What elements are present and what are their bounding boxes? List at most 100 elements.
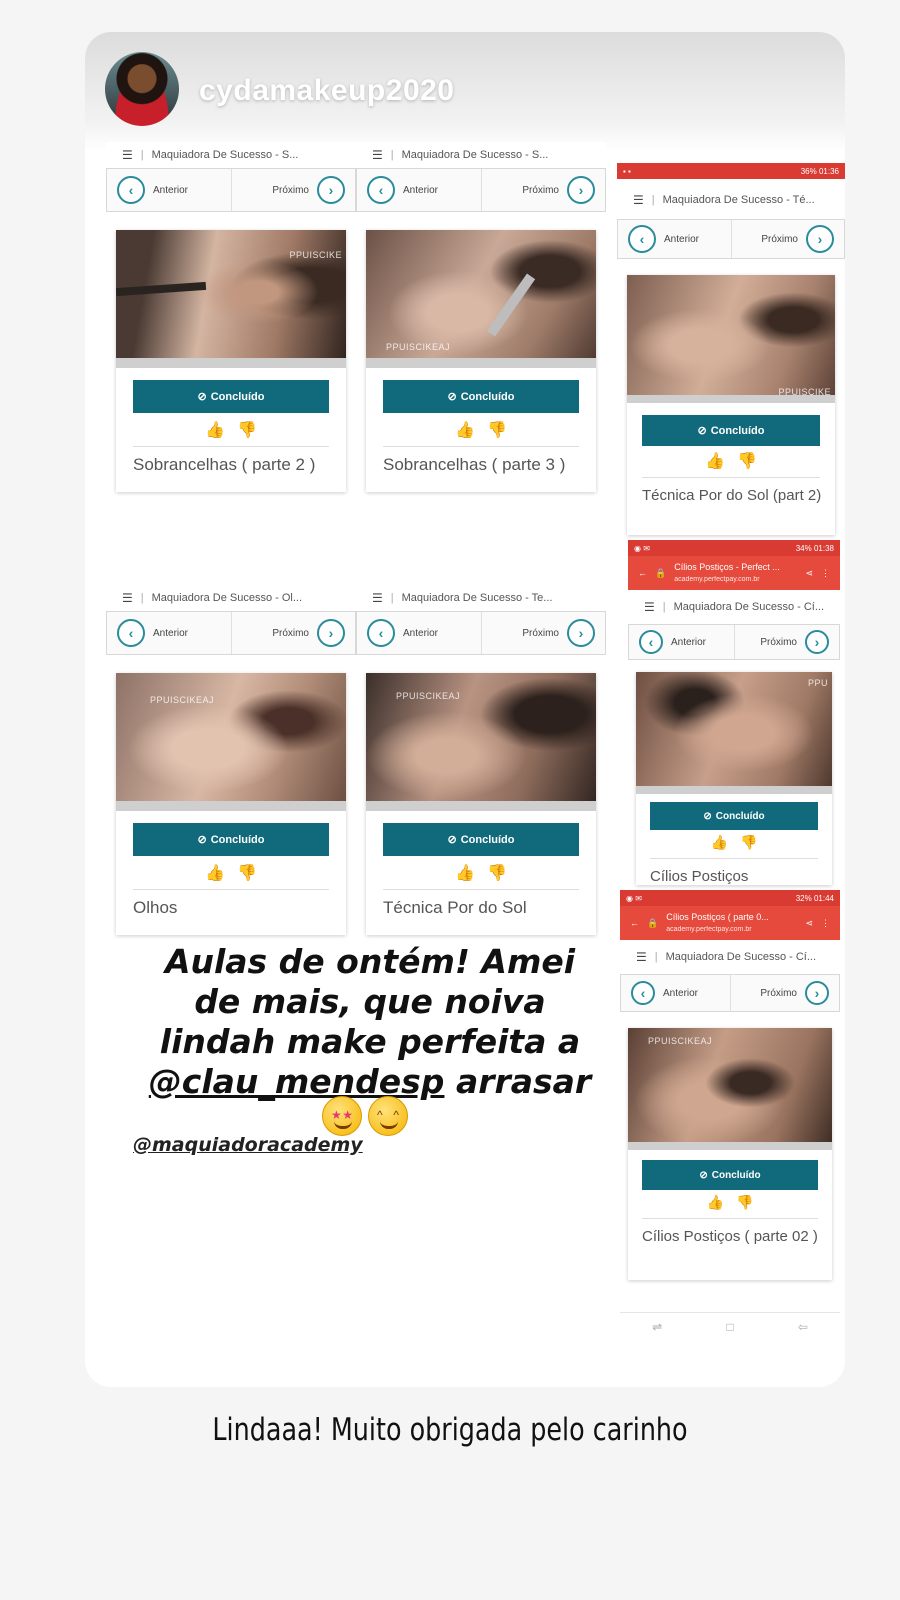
check-circle-icon: ⊘ bbox=[197, 834, 207, 846]
recent-apps-icon[interactable]: ⇌ bbox=[652, 1320, 662, 1334]
lesson-card: PPUISCIKEAJ ⊘ Concluído 👍 👎 Técnica Por do… bbox=[366, 673, 596, 935]
next-button[interactable]: Próximo › bbox=[480, 612, 606, 654]
video-watermark: PPUISCIKEAJ bbox=[150, 695, 215, 705]
thumbs-down-icon[interactable]: 👎 bbox=[737, 451, 757, 471]
avatar[interactable] bbox=[105, 52, 179, 126]
video-progress-bar[interactable] bbox=[366, 358, 596, 368]
lesson-card: PPU ⊘ Concluído 👍 👎 Cílios Postiços bbox=[636, 672, 832, 885]
lock-icon: 🔒 bbox=[655, 567, 667, 578]
chevron-right-icon: › bbox=[805, 981, 829, 1005]
completed-button[interactable]: ⊘ Concluído bbox=[133, 380, 329, 413]
lesson-card: PPUISCIKEAJ ⊘ Concluído 👍 👎 Sobrancelhas (… bbox=[366, 230, 596, 492]
reply-message: Lindaaa! Muito obrigada pelo carinho bbox=[212, 1412, 688, 1448]
lesson-nav: ‹ Anterior Próximo › bbox=[106, 168, 356, 212]
phone-screenshot: ◉ ✉ 32% 01:44 ← 🔒 Cílios Postiços ( parte… bbox=[620, 890, 840, 1280]
video-thumbnail[interactable]: PPU bbox=[636, 672, 832, 794]
previous-button[interactable]: ‹ Anterior bbox=[618, 220, 731, 258]
previous-button[interactable]: ‹ Anterior bbox=[357, 169, 481, 211]
thumbs-up-icon[interactable]: 👍 bbox=[205, 863, 225, 883]
video-thumbnail[interactable]: PPUISCIKEAJ bbox=[116, 673, 346, 811]
share-icon[interactable]: ⋖ bbox=[805, 568, 813, 579]
next-button[interactable]: Próximo › bbox=[480, 169, 606, 211]
menu-icon[interactable]: ☰ bbox=[372, 591, 383, 605]
thumbs-up-icon[interactable]: 👍 bbox=[707, 1194, 724, 1214]
thumbs-up-icon[interactable]: 👍 bbox=[711, 834, 728, 854]
page-address[interactable]: Cílios Postiços - Perfect ... academy.per… bbox=[674, 562, 797, 584]
thumbs-up-icon[interactable]: 👍 bbox=[205, 420, 225, 440]
next-button[interactable]: Próximo › bbox=[230, 169, 356, 211]
academy-mention[interactable]: @maquiadoracademy bbox=[133, 1134, 363, 1156]
menu-icon[interactable]: ☰ bbox=[644, 600, 655, 614]
back-icon[interactable]: ⇦ bbox=[798, 1320, 808, 1334]
completed-button[interactable]: ⊘ Concluído bbox=[383, 823, 579, 856]
divider bbox=[133, 446, 329, 447]
lesson-nav: ‹ Anterior Próximo › bbox=[617, 219, 845, 259]
thumbs-up-icon[interactable]: 👍 bbox=[455, 420, 475, 440]
video-watermark: PPUISCIKEAJ bbox=[396, 691, 461, 701]
completed-button[interactable]: ⊘ Concluído bbox=[133, 823, 329, 856]
next-button[interactable]: Próximo › bbox=[730, 220, 845, 258]
thumbs-down-icon[interactable]: 👎 bbox=[487, 420, 507, 440]
thumbs-up-icon[interactable]: 👍 bbox=[705, 451, 725, 471]
video-progress-bar[interactable] bbox=[636, 786, 832, 794]
course-title: Maquiadora De Sucesso - S... bbox=[401, 149, 549, 161]
menu-icon[interactable]: ☰ bbox=[636, 950, 647, 964]
course-header: ☰ | Maquiadora De Sucesso - S... bbox=[122, 148, 299, 162]
username[interactable]: cydamakeup2020 bbox=[199, 74, 455, 108]
home-icon[interactable]: □ bbox=[726, 1320, 733, 1334]
video-progress-bar[interactable] bbox=[366, 801, 596, 811]
video-thumbnail[interactable]: PPUISCIKE bbox=[627, 275, 835, 403]
lesson-nav: ‹ Anterior Próximo › bbox=[106, 611, 356, 655]
phone-screenshot: ▪ ▪ 36% 01:36 ☰ | Maquiadora De Sucesso - … bbox=[617, 163, 845, 535]
rating: 👍 👎 bbox=[116, 863, 346, 883]
next-button[interactable]: Próximo › bbox=[230, 612, 356, 654]
back-arrow-icon[interactable]: ← bbox=[638, 568, 647, 578]
share-icon[interactable]: ⋖ bbox=[805, 918, 813, 929]
previous-button[interactable]: ‹ Anterior bbox=[107, 612, 231, 654]
video-thumbnail[interactable]: PPUISCIKE bbox=[116, 230, 346, 368]
video-progress-bar[interactable] bbox=[116, 801, 346, 811]
previous-button[interactable]: ‹ Anterior bbox=[357, 612, 481, 654]
course-title: Maquiadora De Sucesso - Cí... bbox=[665, 951, 817, 963]
previous-button[interactable]: ‹ Anterior bbox=[629, 625, 734, 659]
divider bbox=[383, 446, 579, 447]
menu-icon[interactable]: ☰ bbox=[372, 148, 383, 162]
browser-url-bar: ← 🔒 Cílios Postiços ( parte 0... academy.… bbox=[620, 906, 840, 940]
menu-icon[interactable]: ☰ bbox=[122, 591, 133, 605]
thumbs-down-icon[interactable]: 👎 bbox=[736, 1194, 753, 1214]
page-address[interactable]: Cílios Postiços ( parte 0... academy.perf… bbox=[666, 912, 797, 934]
completed-button[interactable]: ⊘ Concluído bbox=[383, 380, 579, 413]
video-thumbnail[interactable]: PPUISCIKEAJ bbox=[366, 230, 596, 368]
course-title: Maquiadora De Sucesso - Té... bbox=[662, 194, 815, 206]
video-thumbnail[interactable]: PPUISCIKEAJ bbox=[366, 673, 596, 811]
back-arrow-icon[interactable]: ← bbox=[630, 918, 639, 928]
more-options-icon[interactable]: ⋮ bbox=[821, 568, 830, 579]
rating: 👍 👎 bbox=[366, 420, 596, 440]
chevron-left-icon: ‹ bbox=[631, 981, 655, 1005]
check-circle-icon: ⊘ bbox=[447, 391, 457, 403]
video-progress-bar[interactable] bbox=[628, 1142, 832, 1150]
chevron-right-icon: › bbox=[567, 619, 595, 647]
video-progress-bar[interactable] bbox=[627, 395, 835, 403]
completed-button[interactable]: ⊘ Concluído bbox=[642, 1160, 818, 1190]
menu-icon[interactable]: ☰ bbox=[122, 148, 133, 162]
previous-button[interactable]: ‹ Anterior bbox=[107, 169, 231, 211]
thumbs-down-icon[interactable]: 👎 bbox=[237, 863, 257, 883]
completed-button[interactable]: ⊘ Concluído bbox=[642, 415, 820, 446]
next-button[interactable]: Próximo › bbox=[729, 975, 840, 1011]
lesson-card: PPUISCIKE ⊘ Concluído 👍 👎 Sobrancelhas ( p… bbox=[116, 230, 346, 492]
next-button[interactable]: Próximo › bbox=[733, 625, 840, 659]
thumbs-down-icon[interactable]: 👎 bbox=[740, 834, 757, 854]
video-progress-bar[interactable] bbox=[116, 358, 346, 368]
thumbs-down-icon[interactable]: 👎 bbox=[237, 420, 257, 440]
chevron-right-icon: › bbox=[317, 619, 345, 647]
star-struck-emoji-icon: ★ ★ bbox=[322, 1096, 362, 1136]
video-thumbnail[interactable]: PPUISCIKEAJ bbox=[628, 1028, 832, 1150]
thumbs-up-icon[interactable]: 👍 bbox=[455, 863, 475, 883]
menu-icon[interactable]: ☰ bbox=[633, 193, 644, 207]
check-circle-icon: ⊘ bbox=[447, 834, 457, 846]
more-options-icon[interactable]: ⋮ bbox=[821, 918, 830, 929]
thumbs-down-icon[interactable]: 👎 bbox=[487, 863, 507, 883]
completed-button[interactable]: ⊘ Concluído bbox=[650, 802, 818, 830]
previous-button[interactable]: ‹ Anterior bbox=[621, 975, 730, 1011]
